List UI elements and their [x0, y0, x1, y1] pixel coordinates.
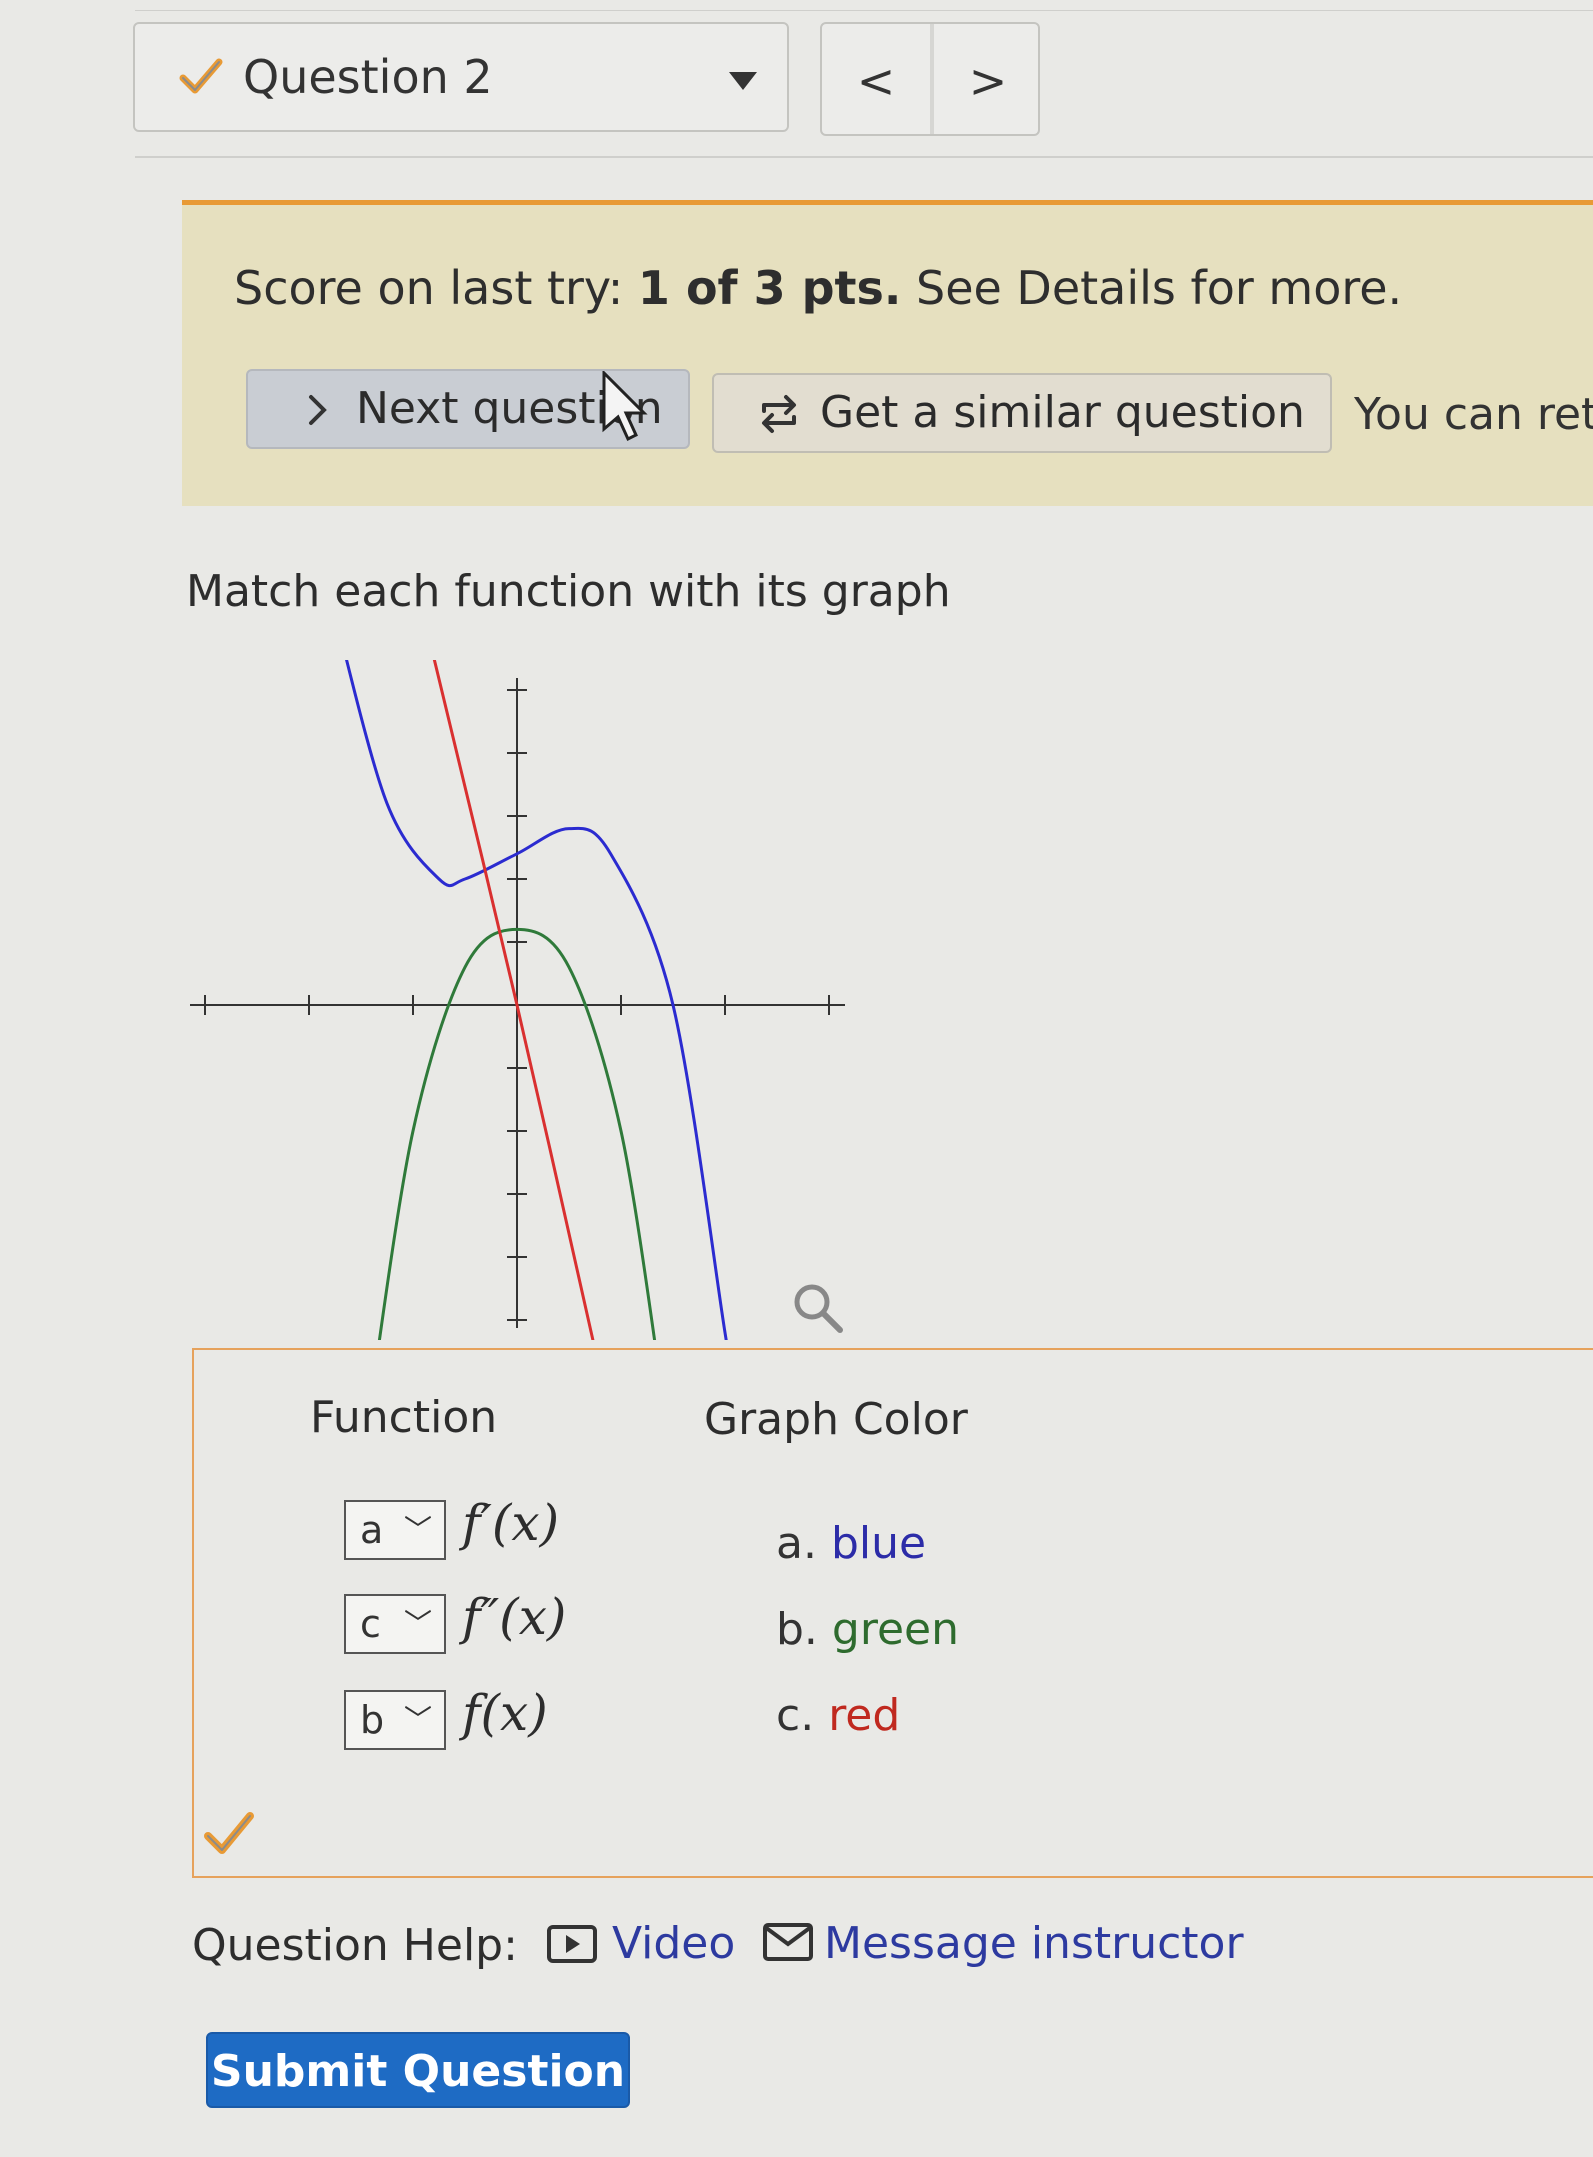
- option-color: blue: [830, 1518, 927, 1569]
- option-letter: b.: [776, 1604, 818, 1655]
- check-icon: [179, 58, 223, 94]
- video-icon[interactable]: [546, 1924, 598, 1964]
- question-pager: < >: [820, 22, 1040, 136]
- graph-color-column-header: Graph Color: [704, 1394, 968, 1445]
- matching-panel: Function Graph Color a ﹀ f′(x) c ﹀ f″(x) b…: [192, 1348, 1593, 1878]
- chevron-down-icon: ﹀: [403, 1513, 432, 1546]
- option-color: red: [828, 1690, 901, 1741]
- chevron-right-icon: [309, 395, 327, 425]
- question-prompt: Match each function with its graph: [186, 566, 951, 617]
- similar-question-button[interactable]: Get a similar question: [712, 373, 1332, 453]
- page: Question 2 < > Score on last try: 1 of 3…: [0, 0, 1593, 2157]
- score-banner: Score on last try: 1 of 3 pts. See Detai…: [182, 200, 1593, 506]
- question-label: Question 2: [243, 50, 493, 104]
- score-suffix: See Details for more.: [901, 261, 1403, 315]
- message-instructor-link[interactable]: Message instructor: [824, 1918, 1244, 1969]
- video-link[interactable]: Video: [612, 1918, 735, 1969]
- score-text: Score on last try: 1 of 3 pts. See Detai…: [234, 261, 1402, 315]
- mouse-cursor-icon: [602, 371, 648, 442]
- option-color: green: [831, 1604, 960, 1655]
- function-label: f′(x): [462, 1494, 560, 1552]
- score-value: 1 of 3 pts.: [637, 261, 902, 315]
- selected-value: b: [360, 1698, 385, 1742]
- answer-select[interactable]: b ﹀: [344, 1690, 446, 1750]
- next-question-button[interactable]: Next question: [246, 369, 690, 449]
- mail-icon[interactable]: [762, 1922, 814, 1962]
- chevron-down-icon: ﹀: [403, 1703, 432, 1736]
- prev-question-button[interactable]: <: [822, 46, 930, 116]
- partial-credit-check-icon: [204, 1812, 254, 1854]
- color-option: b. green: [776, 1604, 959, 1655]
- retry-text: You can ret: [1354, 389, 1593, 440]
- function-label: f(x): [462, 1684, 548, 1742]
- color-option: c. red: [776, 1690, 900, 1741]
- answer-select[interactable]: c ﹀: [344, 1594, 446, 1654]
- question-selector[interactable]: Question 2: [133, 22, 789, 132]
- selected-value: a: [360, 1508, 384, 1552]
- function-label: f″(x): [462, 1588, 567, 1646]
- color-option: a. blue: [776, 1518, 926, 1569]
- top-divider: [135, 10, 1593, 11]
- next-question-arrow-button[interactable]: >: [934, 46, 1042, 116]
- question-help-label: Question Help:: [192, 1920, 518, 1971]
- magnify-icon[interactable]: [790, 1280, 846, 1336]
- function-graph: [190, 660, 845, 1340]
- option-letter: a.: [776, 1518, 817, 1569]
- selected-value: c: [360, 1602, 381, 1646]
- function-column-header: Function: [310, 1392, 498, 1443]
- submit-question-button[interactable]: Submit Question: [206, 2032, 630, 2108]
- option-letter: c.: [776, 1690, 815, 1741]
- answer-select[interactable]: a ﹀: [344, 1500, 446, 1560]
- similar-question-label: Get a similar question: [820, 387, 1305, 438]
- score-prefix: Score on last try:: [234, 261, 638, 315]
- chevron-down-icon: ﹀: [403, 1607, 432, 1640]
- repeat-icon: [762, 395, 796, 433]
- dropdown-caret-icon: [729, 72, 757, 90]
- nav-divider: [135, 156, 1593, 158]
